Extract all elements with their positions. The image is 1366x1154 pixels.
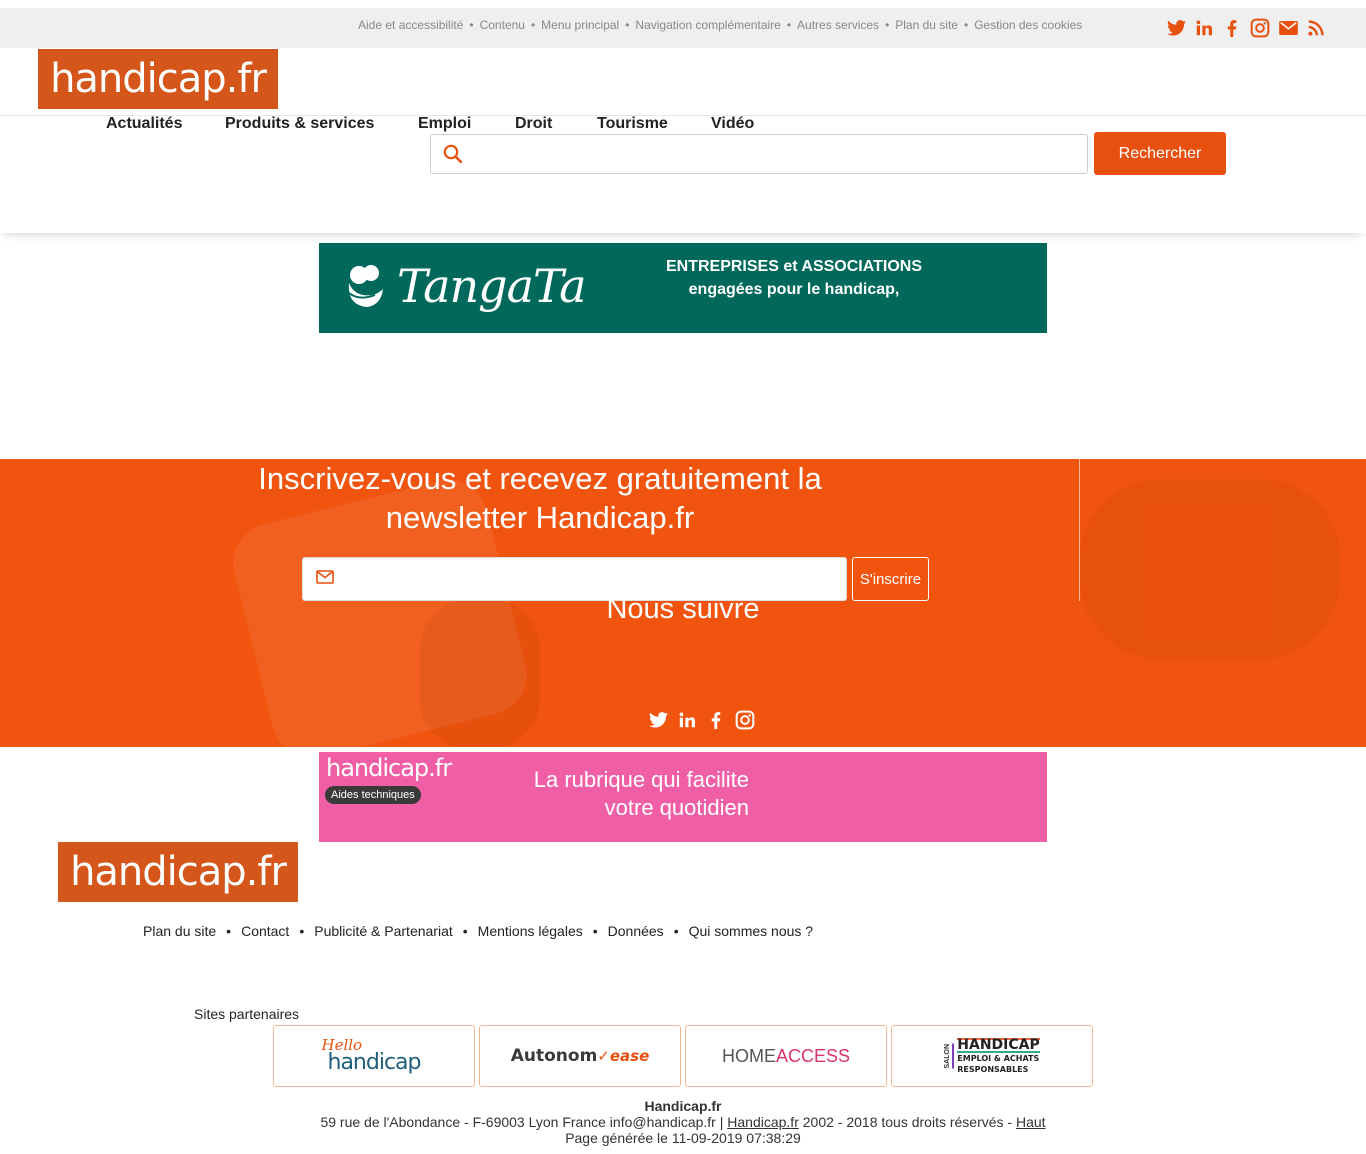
link-navigation-complementaire[interactable]: Navigation complémentaire: [635, 18, 780, 32]
newsletter-divider: [1079, 459, 1080, 601]
footer-link-qui-sommes-nous[interactable]: Qui sommes nous ?: [689, 923, 814, 939]
site-logo[interactable]: handicap.fr: [38, 49, 278, 109]
link-plan-du-site[interactable]: Plan du site: [895, 18, 958, 32]
newsletter-title: Inscrivez-vous et recevez gratuitement l…: [258, 461, 822, 535]
home-access-logo: HOMEACCESS: [721, 1045, 851, 1066]
instagram-icon[interactable]: [1250, 18, 1270, 38]
partner-hello-handicap[interactable]: Hello handicap: [273, 1025, 475, 1087]
background-blur-shape: [1080, 479, 1340, 659]
autonom-ease-logo: Autonom✓ease: [510, 1046, 650, 1066]
footer-link-publicite[interactable]: Publicité & Partenariat: [314, 923, 453, 939]
envelope-icon: [316, 570, 334, 589]
footer-link-mentions-legales[interactable]: Mentions légales: [478, 923, 583, 939]
twitter-icon[interactable]: [1166, 18, 1186, 38]
footer-link-donnees[interactable]: Données: [608, 923, 664, 939]
subscribe-button[interactable]: S'inscrire: [852, 557, 929, 601]
search-input[interactable]: [471, 141, 1071, 167]
twitter-icon[interactable]: [648, 709, 668, 731]
nav-item-video[interactable]: Vidéo: [711, 115, 754, 133]
hello-handicap-logo: Hello handicap: [321, 1036, 422, 1075]
footer-logo[interactable]: handicap.fr: [58, 842, 298, 902]
newsletter-social-links: [648, 709, 755, 731]
link-gestion-cookies[interactable]: Gestion des cookies: [974, 18, 1082, 32]
facebook-icon[interactable]: [1222, 18, 1242, 38]
instagram-icon[interactable]: [735, 709, 755, 731]
email-icon[interactable]: [1278, 18, 1298, 38]
nav-item-tourisme[interactable]: Tourisme: [597, 115, 668, 133]
newsletter-section: Inscrivez-vous et recevez gratuitement l…: [0, 459, 1366, 747]
aides-banner-tagline: La rubrique qui facilite votre quotidien: [533, 767, 749, 820]
footer-info: Handicap.fr 59 rue de l'Abondance - F-69…: [0, 1098, 1366, 1146]
partner-salon-handicap[interactable]: SALON HANDICAP EMPLOI & ACHATS RESPONSAB…: [891, 1025, 1093, 1087]
tangata-logo: TangaTa: [345, 255, 587, 323]
top-social-links: [1166, 18, 1326, 38]
facebook-icon[interactable]: [706, 709, 726, 731]
search-button[interactable]: Rechercher: [1094, 132, 1226, 175]
nav-item-actualites[interactable]: Actualités: [106, 115, 182, 133]
salon-handicap-logo: SALON HANDICAP EMPLOI & ACHATS RESPONSAB…: [944, 1036, 1040, 1074]
partner-home-access[interactable]: HOMEACCESS: [685, 1025, 887, 1087]
background-hand-shape: [420, 599, 540, 747]
partners-label: Sites partenaires: [194, 1006, 300, 1022]
search-icon: [443, 144, 463, 169]
top-utility-bar: Aide et accessibilité • Contenu • Menu princ…: [0, 8, 1366, 48]
nav-item-droit[interactable]: Droit: [515, 115, 552, 133]
link-autres-services[interactable]: Autres services: [797, 18, 879, 32]
linkedin-icon[interactable]: [677, 709, 697, 731]
rss-icon[interactable]: [1306, 18, 1326, 38]
footer-generated-time: Page générée le 11-09-2019 07:38:29: [565, 1130, 801, 1146]
follow-us-title: Nous suivre: [606, 593, 760, 625]
nav-item-produits-services[interactable]: Produits & services: [225, 115, 374, 133]
tangata-ad-banner[interactable]: TangaTa ENTREPRISES et ASSOCIATIONS enga…: [319, 243, 1047, 333]
aides-banner-logo: handicap.fr: [326, 754, 452, 782]
footer-links: Plan du site • Contact • Publicité & Partena…: [143, 923, 814, 939]
footer-address-line: 59 rue de l'Abondance - F-69003 Lyon Fra…: [320, 1114, 1046, 1130]
search-field: [430, 134, 1088, 174]
newsletter-email-input[interactable]: [347, 566, 837, 592]
footer-link-plan-du-site[interactable]: Plan du site: [143, 923, 216, 939]
nav-item-emploi[interactable]: Emploi: [418, 115, 471, 133]
footer-link-haut[interactable]: Haut: [1016, 1114, 1046, 1130]
footer-link-handicap-fr[interactable]: Handicap.fr: [727, 1114, 799, 1130]
footer-link-contact[interactable]: Contact: [241, 923, 289, 939]
link-contenu[interactable]: Contenu: [480, 18, 525, 32]
aides-techniques-banner[interactable]: handicap.fr Aides techniques La rubrique…: [319, 752, 1047, 842]
link-menu-principal[interactable]: Menu principal: [541, 18, 619, 32]
accessibility-links: Aide et accessibilité • Contenu • Menu princ…: [358, 18, 1083, 32]
partner-autonom-ease[interactable]: Autonom✓ease: [479, 1025, 681, 1087]
tangata-tagline: ENTREPRISES et ASSOCIATIONS engagées pou…: [665, 258, 923, 298]
aides-techniques-badge: Aides techniques: [325, 786, 421, 804]
link-aide-accessibilite[interactable]: Aide et accessibilité: [358, 18, 463, 32]
footer-site-name: Handicap.fr: [644, 1098, 722, 1114]
linkedin-icon[interactable]: [1194, 18, 1214, 38]
